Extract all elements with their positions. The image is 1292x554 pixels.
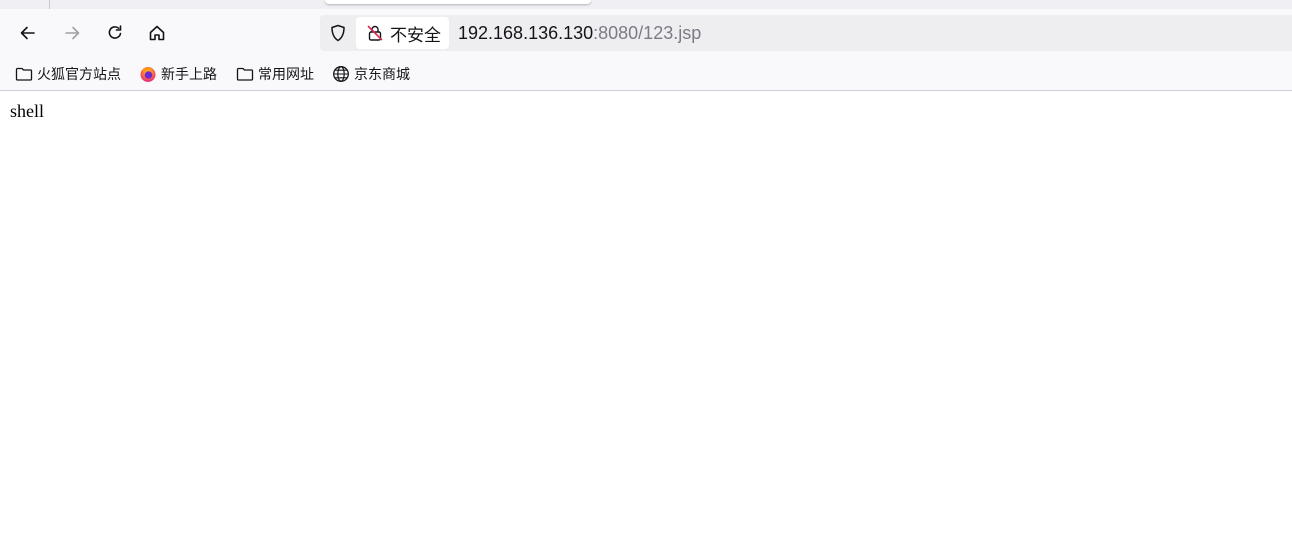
home-icon [149, 25, 165, 41]
bookmark-item-official-site[interactable]: 火狐官方站点 [15, 63, 121, 85]
navigation-toolbar: 不安全 192.168.136.130:8080/123.jsp [0, 9, 1292, 57]
bookmark-label: 火狐官方站点 [37, 67, 121, 83]
bookmarks-toolbar: 火狐官方站点 新手上路 常用网址 京东商城 [0, 57, 1292, 91]
url-path: :8080/123.jsp [593, 23, 702, 43]
folder-icon [15, 67, 33, 81]
bookmark-label: 京东商城 [354, 67, 410, 83]
tab-separator [49, 0, 50, 9]
arrow-left-icon [20, 26, 35, 40]
bookmark-label: 新手上路 [161, 67, 217, 83]
page-content: shell [0, 91, 1292, 554]
reload-icon [108, 25, 122, 39]
bookmark-label: 常用网址 [258, 67, 314, 83]
url-bar[interactable]: 不安全 192.168.136.130:8080/123.jsp [320, 15, 1292, 51]
connection-security-indicator[interactable]: 不安全 [356, 17, 449, 49]
folder-icon [236, 67, 254, 81]
arrow-right-icon [65, 26, 80, 40]
active-tab[interactable] [325, 0, 591, 4]
bookmark-item-common-sites[interactable]: 常用网址 [236, 63, 314, 85]
shield-icon [331, 24, 345, 42]
forward-button[interactable] [56, 17, 88, 49]
bookmark-item-getting-started[interactable]: 新手上路 [139, 63, 217, 85]
reload-button[interactable] [99, 17, 131, 49]
tracking-protection-button[interactable] [326, 21, 350, 45]
url-text[interactable]: 192.168.136.130:8080/123.jsp [458, 15, 701, 51]
bookmark-item-jd-mall[interactable]: 京东商城 [332, 63, 410, 85]
security-label: 不安全 [390, 25, 441, 46]
home-button[interactable] [141, 17, 173, 49]
tab-strip [0, 0, 1292, 9]
globe-icon [333, 66, 349, 82]
page-body-text: shell [10, 101, 44, 121]
firefox-icon [140, 67, 156, 82]
insecure-lock-icon [367, 25, 383, 41]
url-host: 192.168.136.130 [458, 23, 594, 43]
back-button[interactable] [12, 17, 44, 49]
